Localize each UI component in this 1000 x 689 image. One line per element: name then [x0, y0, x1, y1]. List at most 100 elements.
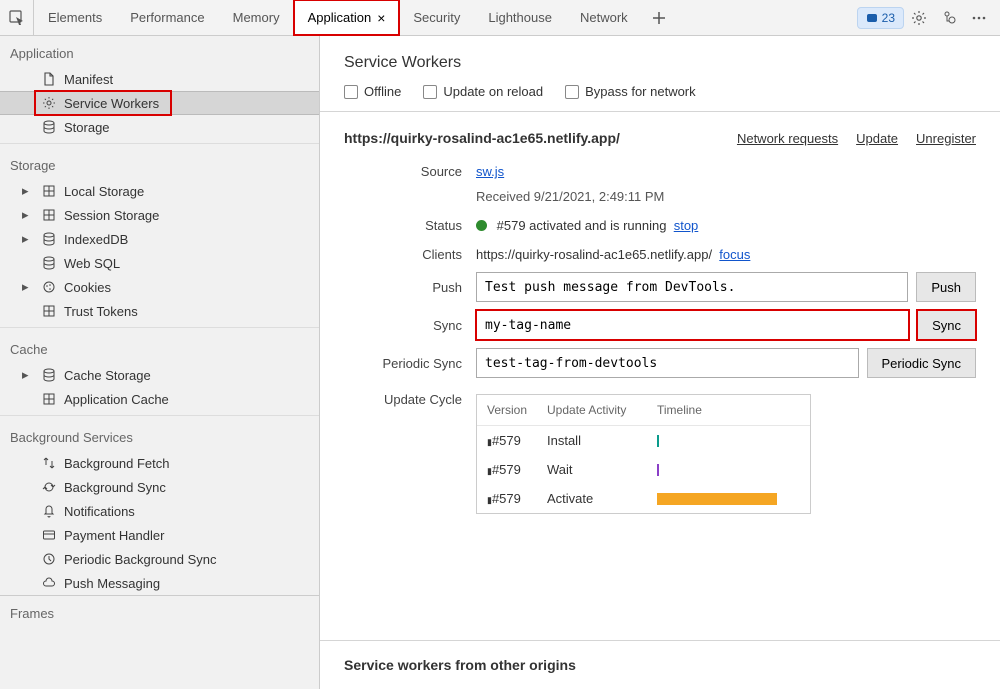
check-label: Update on reload — [443, 84, 543, 99]
source-label: Source — [344, 160, 476, 179]
card-icon — [40, 528, 58, 542]
sidebar-item-label: Background Sync — [64, 480, 166, 495]
cycle-row: ▮#579Install — [477, 426, 810, 455]
sidebar-item-manifest[interactable]: Manifest — [0, 67, 319, 91]
db-icon — [40, 232, 58, 246]
sidebar-item-periodic-background-sync[interactable]: Periodic Background Sync — [0, 547, 319, 571]
tab-elements[interactable]: Elements — [34, 0, 116, 35]
sync-button[interactable]: Sync — [917, 310, 976, 340]
sync-input[interactable] — [476, 310, 909, 340]
sidebar-item-web-sql[interactable]: Web SQL — [0, 251, 319, 275]
tab-application[interactable]: Application× — [294, 0, 400, 35]
cycle-activity: Install — [547, 433, 657, 448]
unregister-link[interactable]: Unregister — [916, 131, 976, 146]
sidebar-item-label: Trust Tokens — [64, 304, 138, 319]
add-tab-button[interactable] — [642, 0, 676, 35]
network-requests-link[interactable]: Network requests — [737, 131, 838, 146]
sidebar-item-service-workers[interactable]: Service Workers — [0, 91, 319, 115]
grid-icon — [40, 184, 58, 198]
toolbar-actions: 23 — [857, 0, 1000, 35]
cycle-timeline — [657, 493, 787, 505]
tab-network[interactable]: Network — [566, 0, 642, 35]
sidebar-item-payment-handler[interactable]: Payment Handler — [0, 523, 319, 547]
sidebar-item-label: IndexedDB — [64, 232, 128, 247]
close-icon[interactable]: × — [377, 10, 385, 26]
tab-label: Memory — [233, 10, 280, 25]
cycle-version: ▮#579 — [487, 462, 547, 477]
cycle-timeline — [657, 435, 787, 447]
sidebar-item-indexeddb[interactable]: ▸ IndexedDB — [0, 227, 319, 251]
bypass-network-checkbox[interactable]: Bypass for network — [565, 84, 696, 99]
sidebar-item-notifications[interactable]: Notifications — [0, 499, 319, 523]
periodic-sync-input[interactable] — [476, 348, 859, 378]
grid-icon — [40, 208, 58, 222]
sidebar-item-label: Local Storage — [64, 184, 144, 199]
sidebar-item-background-sync[interactable]: Background Sync — [0, 475, 319, 499]
cycle-row: ▮#579Activate — [477, 484, 810, 513]
chevron-right-icon: ▸ — [22, 207, 34, 223]
sw-detail-section: https://quirky-rosalind-ac1e65.netlify.a… — [320, 112, 1000, 641]
sidebar-item-label: Cookies — [64, 280, 111, 295]
status-text: #579 activated and is running — [497, 218, 667, 233]
push-input[interactable] — [476, 272, 908, 302]
cycle-timeline — [657, 464, 787, 476]
tab-label: Security — [413, 10, 460, 25]
feedback-icon[interactable] — [934, 4, 964, 32]
sw-origin: https://quirky-rosalind-ac1e65.netlify.a… — [344, 130, 620, 146]
sidebar-item-background-fetch[interactable]: Background Fetch — [0, 451, 319, 475]
issues-badge[interactable]: 23 — [857, 7, 904, 29]
sidebar-item-cache-storage[interactable]: ▸Cache Storage — [0, 363, 319, 387]
sidebar-group-bg: Background Services — [0, 420, 319, 451]
cloud-icon — [40, 576, 58, 590]
sidebar-item-application-cache[interactable]: Application Cache — [0, 387, 319, 411]
other-origins-heading: Service workers from other origins — [320, 641, 1000, 689]
tab-lighthouse[interactable]: Lighthouse — [474, 0, 566, 35]
update-on-reload-checkbox[interactable]: Update on reload — [423, 84, 543, 99]
sidebar-item-label: Storage — [64, 120, 110, 135]
settings-icon[interactable] — [904, 4, 934, 32]
timeline-bar-icon — [657, 493, 777, 505]
cycle-version: ▮#579 — [487, 433, 547, 448]
update-link[interactable]: Update — [856, 131, 898, 146]
periodic-sync-button[interactable]: Periodic Sync — [867, 348, 976, 378]
source-link[interactable]: sw.js — [476, 164, 504, 179]
table-header: Update Activity — [547, 403, 657, 417]
sidebar-item-storage[interactable]: Storage — [0, 115, 319, 139]
sidebar-item-trust-tokens[interactable]: Trust Tokens — [0, 299, 319, 323]
sidebar-item-label: Notifications — [64, 504, 135, 519]
tab-label: Lighthouse — [488, 10, 552, 25]
sidebar-item-session-storage[interactable]: ▸Session Storage — [0, 203, 319, 227]
application-sidebar: Application ManifestService WorkersStora… — [0, 36, 320, 689]
push-button[interactable]: Push — [916, 272, 976, 302]
bell-icon — [40, 504, 58, 518]
stop-link[interactable]: stop — [674, 218, 699, 233]
sidebar-group-storage: Storage — [0, 148, 319, 179]
chevron-right-icon: ▸ — [22, 279, 34, 295]
status-dot-icon — [476, 220, 487, 231]
focus-link[interactable]: focus — [719, 247, 750, 262]
tab-memory[interactable]: Memory — [219, 0, 294, 35]
content-header: Service Workers Offline Update on reload… — [320, 36, 1000, 112]
sidebar-item-label: Payment Handler — [64, 528, 164, 543]
cycle-version: ▮#579 — [487, 491, 547, 506]
tab-security[interactable]: Security — [399, 0, 474, 35]
sidebar-item-local-storage[interactable]: ▸Local Storage — [0, 179, 319, 203]
check-label: Offline — [364, 84, 401, 99]
sidebar-item-cookies[interactable]: ▸ Cookies — [0, 275, 319, 299]
inspect-icon[interactable] — [0, 0, 34, 35]
cycle-activity: Activate — [547, 491, 657, 506]
periodic-sync-label: Periodic Sync — [344, 356, 476, 371]
timeline-tick-icon — [657, 435, 659, 447]
sidebar-item-push-messaging[interactable]: Push Messaging — [0, 571, 319, 595]
sidebar-item-label: Cache Storage — [64, 368, 151, 383]
more-icon[interactable] — [964, 4, 994, 32]
db-icon — [40, 368, 58, 382]
sidebar-item-label: Periodic Background Sync — [64, 552, 216, 567]
db-icon — [40, 120, 58, 134]
tab-performance[interactable]: Performance — [116, 0, 218, 35]
sidebar-item-label: Background Fetch — [64, 456, 170, 471]
tab-label: Network — [580, 10, 628, 25]
update-cycle-label: Update Cycle — [344, 388, 476, 407]
chevron-right-icon: ▸ — [22, 231, 34, 247]
offline-checkbox[interactable]: Offline — [344, 84, 401, 99]
